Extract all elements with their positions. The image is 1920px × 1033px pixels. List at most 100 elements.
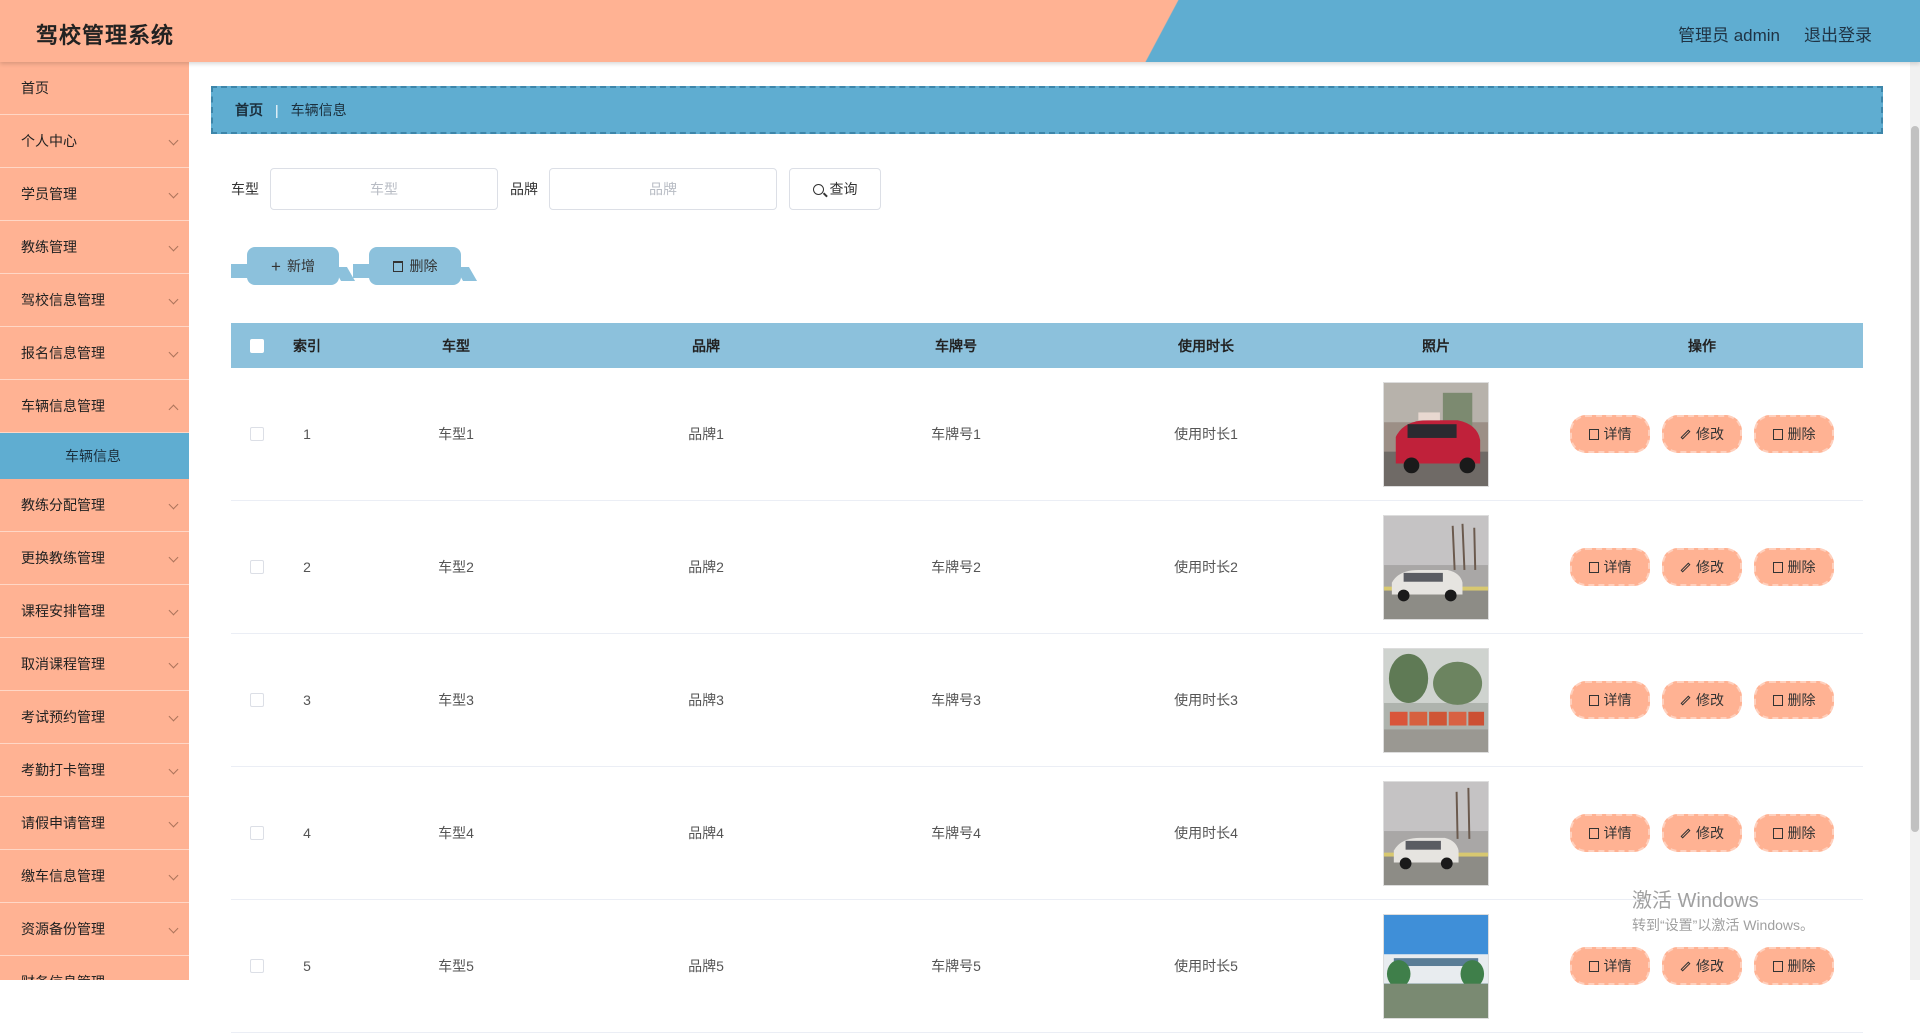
delete-button[interactable]: 删除 (1754, 814, 1834, 852)
edit-button[interactable]: 修改 (1662, 548, 1742, 586)
edit-button[interactable]: 修改 (1662, 681, 1742, 719)
sidebar-item-attendance[interactable]: 考勤打卡管理 (0, 744, 189, 797)
detail-button[interactable]: 详情 (1570, 548, 1650, 586)
delete-button[interactable]: 删除 (1754, 415, 1834, 453)
select-all-checkbox[interactable] (250, 338, 264, 353)
edit-label: 修改 (1696, 825, 1724, 841)
top-header: 驾校管理系统 管理员 admin 退出登录 (0, 0, 1920, 62)
cell-type: 车型1 (438, 426, 474, 442)
document-icon (1588, 960, 1599, 972)
breadcrumb-separator: | (275, 102, 279, 118)
sidebar-item-personal-center[interactable]: 个人中心 (0, 115, 189, 168)
sidebar-item-school-info[interactable]: 驾校信息管理 (0, 274, 189, 327)
sidebar-item-exam-booking[interactable]: 考试预约管理 (0, 691, 189, 744)
query-button[interactable]: 查询 (789, 168, 881, 210)
sidebar-item-coach-change[interactable]: 更换教练管理 (0, 532, 189, 585)
trash-icon (1772, 827, 1783, 839)
row-checkbox[interactable] (250, 959, 264, 973)
chevron-down-icon (168, 188, 179, 199)
delete-button[interactable]: 删除 (1754, 681, 1834, 719)
chevron-up-icon (168, 404, 179, 415)
add-button[interactable]: + 新增 (231, 247, 356, 285)
breadcrumb-home[interactable]: 首页 (235, 100, 263, 120)
chevron-down-icon (168, 241, 179, 252)
cell-brand: 品牌1 (688, 426, 724, 442)
watermark-subtitle: 转到“设置”以激活 Windows。 (1632, 917, 1815, 933)
sidebar-item-enrollment[interactable]: 报名信息管理 (0, 327, 189, 380)
chevron-down-icon (168, 976, 179, 980)
detail-label: 详情 (1603, 559, 1632, 575)
sidebar-item-home[interactable]: 首页 (0, 62, 189, 115)
chevron-down-icon (168, 347, 179, 358)
header-type: 车型 (442, 337, 470, 354)
sidebar-item-students[interactable]: 学员管理 (0, 168, 189, 221)
edit-label: 修改 (1696, 559, 1724, 575)
trash-icon (1772, 561, 1783, 573)
row-checkbox[interactable] (250, 560, 264, 574)
row-checkbox[interactable] (250, 693, 264, 707)
detail-button[interactable]: 详情 (1570, 947, 1650, 985)
sidebar-item-coach-assignment[interactable]: 教练分配管理 (0, 479, 189, 532)
vehicle-photo (1383, 514, 1489, 620)
type-search-input[interactable] (270, 168, 498, 210)
delete-button[interactable]: 删除 (1754, 548, 1834, 586)
sidebar-item-label: 资源备份管理 (21, 921, 105, 937)
brand-search-label: 品牌 (510, 181, 538, 197)
logout-link[interactable]: 退出登录 (1804, 21, 1872, 46)
trash-icon (392, 260, 403, 272)
brand-search-input[interactable] (549, 168, 777, 210)
cell-type: 车型3 (438, 692, 474, 708)
detail-button[interactable]: 详情 (1570, 814, 1650, 852)
sidebar-item-label: 更换教练管理 (21, 550, 105, 566)
detail-button[interactable]: 详情 (1570, 415, 1650, 453)
windows-activation-watermark: 激活 Windows 转到“设置”以激活 Windows。 (1632, 884, 1814, 935)
chevron-down-icon (168, 294, 179, 305)
delete-button[interactable]: 删除 (1754, 947, 1834, 985)
bulk-delete-button[interactable]: 删除 (353, 247, 478, 285)
detail-label: 详情 (1603, 692, 1632, 708)
sidebar-item-backup[interactable]: 资源备份管理 (0, 903, 189, 956)
chevron-down-icon (168, 923, 179, 934)
cell-brand: 品牌3 (688, 692, 724, 708)
cell-type: 车型5 (438, 958, 474, 974)
cell-duration: 使用时长2 (1174, 559, 1238, 575)
table-header: 索引 车型 品牌 车牌号 使用时长 照片 操作 (231, 323, 1863, 368)
edit-label: 修改 (1696, 958, 1724, 974)
document-icon (1588, 694, 1599, 706)
sidebar-item-course-cancel[interactable]: 取消课程管理 (0, 638, 189, 691)
sidebar-subitem-vehicle-info[interactable]: 车辆信息 (0, 433, 189, 479)
vertical-scrollbar[interactable] (1910, 62, 1920, 980)
edit-icon (1680, 562, 1691, 572)
sidebar-item-leave[interactable]: 请假申请管理 (0, 797, 189, 850)
edit-button[interactable]: 修改 (1662, 415, 1742, 453)
detail-button[interactable]: 详情 (1570, 681, 1650, 719)
edit-icon (1680, 429, 1691, 439)
cell-brand: 品牌4 (688, 825, 724, 841)
sidebar-item-coaches[interactable]: 教练管理 (0, 221, 189, 274)
sidebar-item-finance[interactable]: 财务信息管理 (0, 956, 189, 980)
delete-label: 删除 (1787, 692, 1816, 708)
chevron-down-icon (168, 135, 179, 146)
type-search-label: 车型 (231, 181, 259, 197)
cell-duration: 使用时长1 (1174, 426, 1238, 442)
sidebar-item-course-schedule[interactable]: 课程安排管理 (0, 585, 189, 638)
edit-label: 修改 (1696, 426, 1724, 442)
edit-button[interactable]: 修改 (1662, 814, 1742, 852)
row-checkbox[interactable] (250, 427, 264, 441)
scrollbar-thumb[interactable] (1911, 126, 1919, 832)
edit-button[interactable]: 修改 (1662, 947, 1742, 985)
sidebar-item-vehicle-payment[interactable]: 缴车信息管理 (0, 850, 189, 903)
detail-label: 详情 (1603, 825, 1632, 841)
row-checkbox[interactable] (250, 826, 264, 840)
sidebar-item-vehicles[interactable]: 车辆信息管理 (0, 380, 189, 433)
sidebar-item-label: 课程安排管理 (21, 603, 105, 619)
cell-plate: 车牌号2 (931, 559, 981, 575)
cell-plate: 车牌号1 (931, 426, 981, 442)
trash-icon (1772, 694, 1783, 706)
search-bar: 车型 品牌 查询 (231, 168, 881, 210)
table-row: 2 车型2 品牌2 车牌号2 使用时长2 详情 修改 删除 (231, 501, 1863, 634)
sidebar-item-label: 教练分配管理 (21, 497, 105, 513)
sidebar-item-label: 取消课程管理 (21, 656, 105, 672)
cell-type: 车型2 (438, 559, 474, 575)
sidebar-item-label: 考试预约管理 (21, 709, 105, 725)
